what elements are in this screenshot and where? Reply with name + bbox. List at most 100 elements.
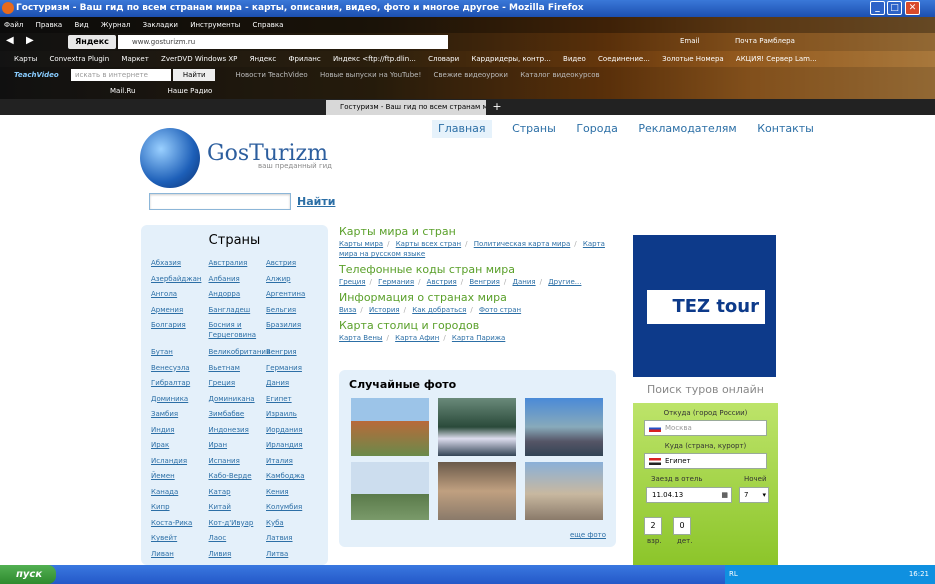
country-link[interactable]: Германия	[266, 363, 324, 373]
country-link[interactable]: Доминика	[151, 394, 209, 404]
menu-item[interactable]: Инструменты	[190, 17, 240, 33]
calendar-icon[interactable]: ▦	[721, 488, 728, 502]
country-link[interactable]: Кот-д'Ивуар	[209, 518, 267, 528]
section-link[interactable]: Венгрия	[469, 278, 500, 286]
kids-input[interactable]: 0	[673, 517, 691, 535]
country-link[interactable]: Дания	[266, 378, 324, 388]
nav-countries[interactable]: Страны	[512, 120, 556, 138]
teachvideo-link[interactable]: Каталог видеокурсов	[520, 67, 599, 83]
country-link[interactable]: Йемен	[151, 471, 209, 481]
yandex-button[interactable]: Яндекс	[68, 35, 116, 49]
bookmark-item[interactable]: Convextra Plugin	[50, 51, 110, 67]
teachvideo-logo[interactable]: TeachVideo	[14, 67, 59, 83]
bookmark-item[interactable]: ZverDVD Windows XP	[161, 51, 237, 67]
bookmark-item[interactable]: Фриланс	[288, 51, 320, 67]
section-link[interactable]: Германия	[378, 278, 414, 286]
date-input[interactable]: 11.04.13 ▦	[646, 487, 732, 503]
teachvideo-search-input[interactable]: искать в интернете	[70, 69, 171, 81]
country-link[interactable]: Австрия	[266, 258, 324, 268]
photo-thumbnail[interactable]	[525, 398, 603, 456]
country-link[interactable]: Израиль	[266, 409, 324, 419]
tez-tour-banner[interactable]: TEZ tour	[633, 235, 776, 377]
country-link[interactable]: Колумбия	[266, 502, 324, 512]
country-link[interactable]: Замбия	[151, 409, 209, 419]
country-link[interactable]: Ирландия	[266, 440, 324, 450]
country-link[interactable]: Ливия	[209, 549, 267, 559]
country-link[interactable]: Армения	[151, 305, 209, 315]
country-link[interactable]: Камбоджа	[266, 471, 324, 481]
nav-cities[interactable]: Города	[576, 120, 618, 138]
country-link[interactable]: Бангладеш	[209, 305, 267, 315]
section-link[interactable]: Греция	[339, 278, 366, 286]
menu-item[interactable]: Справка	[253, 17, 284, 33]
country-link[interactable]: Абхазия	[151, 258, 209, 268]
url-bar[interactable]: www.gosturizm.ru	[118, 35, 448, 49]
country-link[interactable]: Великобритания	[209, 347, 271, 357]
country-link[interactable]: Болгария	[151, 320, 209, 330]
country-link[interactable]: Кипр	[151, 502, 209, 512]
bookmark-item[interactable]: Кардридеры, контр...	[471, 51, 550, 67]
country-link[interactable]: Канада	[151, 487, 209, 497]
section-link[interactable]: Карта Вены	[339, 334, 383, 342]
nav-advertisers[interactable]: Рекламодателям	[638, 120, 736, 138]
country-link[interactable]: Ирак	[151, 440, 209, 450]
section-link[interactable]: Карта Афин	[395, 334, 439, 342]
site-search-button[interactable]: Найти	[297, 195, 335, 208]
bookmark-item[interactable]: Индекс <ftp://ftp.dlin...	[333, 51, 416, 67]
site-search-input[interactable]	[149, 193, 291, 210]
to-input[interactable]: Египет	[644, 453, 767, 469]
country-link[interactable]: Италия	[266, 456, 324, 466]
bookmark-item[interactable]: Карты	[14, 51, 37, 67]
country-link[interactable]: Венесуэла	[151, 363, 209, 373]
country-link[interactable]: Ливан	[151, 549, 209, 559]
country-link[interactable]: Бельгия	[266, 305, 324, 315]
country-link[interactable]: Китай	[209, 502, 267, 512]
country-link[interactable]: Исландия	[151, 456, 209, 466]
section-title[interactable]: Карта столиц и городов	[339, 319, 619, 333]
nav-home[interactable]: Главная	[432, 120, 492, 138]
section-link[interactable]: Виза	[339, 306, 356, 314]
back-icon[interactable]: ◀	[6, 33, 14, 49]
country-link[interactable]: Литва	[266, 549, 324, 559]
menu-item[interactable]: Файл	[4, 17, 23, 33]
country-link[interactable]: Лаос	[209, 533, 267, 543]
country-link[interactable]: Ангола	[151, 289, 209, 299]
photo-thumbnail[interactable]	[438, 462, 516, 520]
country-link[interactable]: Греция	[209, 378, 267, 388]
more-photos-link[interactable]: еще фото	[570, 531, 606, 539]
country-link[interactable]: Бутан	[151, 347, 209, 357]
country-link[interactable]: Кабо-Верде	[209, 471, 267, 481]
bookmark-item[interactable]: Маркет	[121, 51, 148, 67]
close-button[interactable]: ✕	[905, 1, 920, 15]
country-link[interactable]: Албания	[209, 274, 267, 284]
bookmark-item[interactable]: Соединение...	[598, 51, 650, 67]
email-button[interactable]: Email	[680, 33, 699, 49]
forward-icon[interactable]: ▶	[26, 33, 34, 49]
section-title[interactable]: Карты мира и стран	[339, 225, 619, 239]
section-link[interactable]: Дания	[512, 278, 535, 286]
menu-item[interactable]: Правка	[36, 17, 63, 33]
section-link[interactable]: Как добраться	[412, 306, 466, 314]
country-link[interactable]: Кения	[266, 487, 324, 497]
menu-item[interactable]: Журнал	[101, 17, 130, 33]
active-tab[interactable]: Гостуризм - Ваш гид по всем странам м...	[326, 100, 486, 115]
maximize-button[interactable]: □	[887, 1, 902, 15]
photo-thumbnail[interactable]	[525, 462, 603, 520]
teachvideo-link[interactable]: Новые выпуски на YouTube!	[320, 67, 421, 83]
menu-item[interactable]: Вид	[74, 17, 88, 33]
teachvideo-link[interactable]: Новости TeachVideo	[235, 67, 307, 83]
mailru-button[interactable]: Mail.Ru	[110, 83, 135, 99]
country-link[interactable]: Испания	[209, 456, 267, 466]
new-tab-button[interactable]: +	[490, 100, 504, 114]
country-link[interactable]: Зимбабве	[209, 409, 267, 419]
country-link[interactable]: Венгрия	[266, 347, 324, 357]
teachvideo-link[interactable]: Свежие видеоуроки	[434, 67, 508, 83]
country-link[interactable]: Бразилия	[266, 320, 324, 330]
country-link[interactable]: Вьетнам	[209, 363, 267, 373]
rambler-mail-button[interactable]: Почта Рамблера	[735, 33, 795, 49]
photo-thumbnail[interactable]	[438, 398, 516, 456]
country-link[interactable]: Куба	[266, 518, 324, 528]
bookmark-item[interactable]: Золотые Номера	[662, 51, 724, 67]
country-link[interactable]: Иран	[209, 440, 267, 450]
menu-item[interactable]: Закладки	[143, 17, 178, 33]
